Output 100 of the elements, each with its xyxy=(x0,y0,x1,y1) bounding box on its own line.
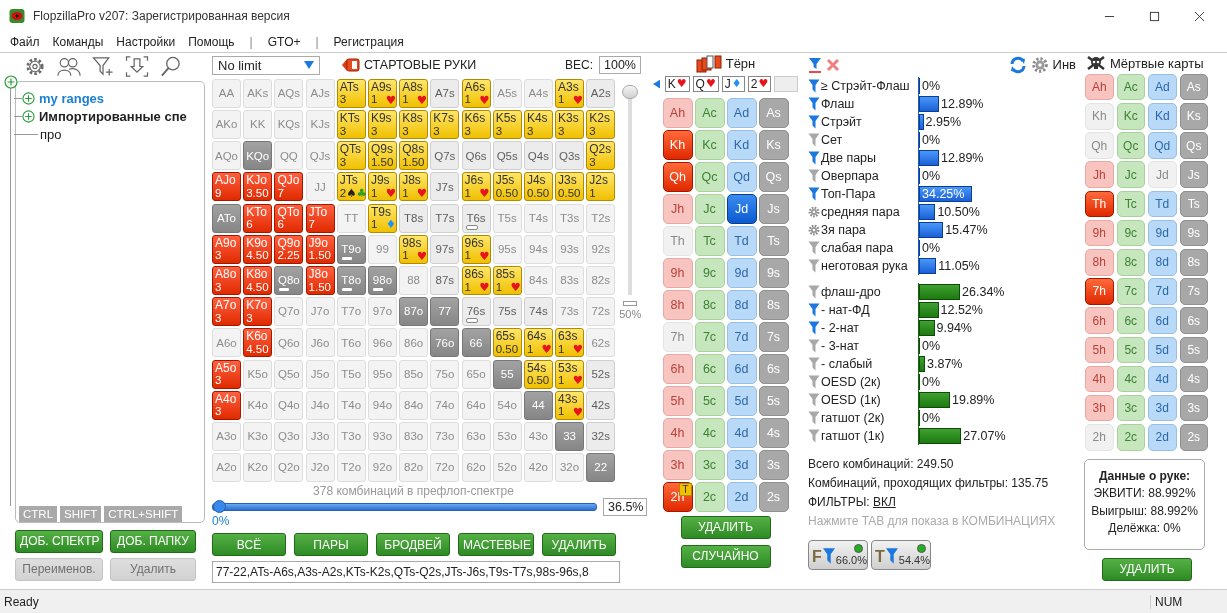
filter-icon[interactable] xyxy=(808,186,820,201)
people-icon[interactable] xyxy=(57,56,81,78)
card-button[interactable]: Td xyxy=(726,225,757,256)
hand-cell[interactable]: 83s xyxy=(555,266,585,296)
card-button[interactable]: Qc xyxy=(1116,132,1145,159)
hand-cell[interactable]: 75s xyxy=(492,297,522,327)
hand-cell[interactable]: K4o xyxy=(243,390,273,420)
card-button[interactable]: 4h xyxy=(662,417,693,448)
hand-cell[interactable]: 52s xyxy=(586,359,616,389)
card-button[interactable]: Ac xyxy=(694,97,725,128)
hand-cell[interactable]: J2s 1 xyxy=(586,172,616,202)
hand-cell[interactable]: AQs xyxy=(274,78,304,108)
card-button[interactable]: Th xyxy=(1085,190,1114,218)
card-button[interactable]: 3s xyxy=(758,449,789,480)
filter-toggle[interactable]: T 54.4% xyxy=(871,539,931,570)
hand-cell[interactable]: K5o xyxy=(243,359,273,389)
hand-cell[interactable]: Q7o xyxy=(274,297,304,327)
card-button[interactable]: 8c xyxy=(694,289,725,320)
hand-cell[interactable]: 76s xyxy=(461,297,491,327)
hand-cell[interactable]: 82s xyxy=(586,266,616,296)
hand-cell[interactable]: 95s xyxy=(492,234,522,264)
card-button[interactable]: Ah xyxy=(662,97,693,128)
hand-cell[interactable]: A9s 1 ♥ xyxy=(367,78,397,108)
hand-cell[interactable]: QTs 3 xyxy=(336,141,366,171)
range-slider[interactable] xyxy=(212,503,597,512)
hand-cell[interactable]: A7s xyxy=(430,78,460,108)
card-button[interactable]: 7d xyxy=(726,321,757,352)
card-button[interactable]: Qs xyxy=(1179,132,1208,159)
hand-cell[interactable]: J2o xyxy=(305,453,335,483)
hand-cell[interactable]: J3s 0.50 xyxy=(555,172,585,202)
card-button[interactable]: 9s xyxy=(758,257,789,288)
card-button[interactable]: 2s xyxy=(758,481,789,512)
card-button[interactable]: 6c xyxy=(1116,307,1145,334)
clear-filters-icon[interactable] xyxy=(826,56,840,73)
hand-cell[interactable]: T7s xyxy=(430,203,460,233)
hand-cell[interactable]: 94s xyxy=(523,234,553,264)
weight-field[interactable]: 100% xyxy=(599,56,641,75)
hand-cell[interactable]: 93o xyxy=(367,422,397,451)
hand-cell[interactable]: KTo 6 xyxy=(243,203,273,233)
card-button[interactable]: Js xyxy=(758,193,789,224)
card-button[interactable]: 9h xyxy=(662,257,693,288)
action-button[interactable]: УДАЛИТЬ xyxy=(1102,557,1192,581)
card-button[interactable]: 8s xyxy=(1179,249,1208,276)
hand-cell[interactable]: Q8o xyxy=(274,266,304,296)
hand-category[interactable]: Сет xyxy=(821,132,918,147)
hand-cell[interactable]: 53o xyxy=(492,422,522,451)
hand-cell[interactable]: T3o xyxy=(336,422,366,451)
hand-cell[interactable]: AA xyxy=(212,78,241,108)
hand-cell[interactable]: K8o 4.50 xyxy=(243,266,273,296)
hand-cell[interactable]: 98o xyxy=(367,266,397,296)
hand-cell[interactable]: ATs 3 xyxy=(336,78,366,108)
hand-cell[interactable]: 94o xyxy=(367,390,397,420)
hand-category[interactable]: неготовая рука xyxy=(821,258,918,273)
hand-category[interactable]: 3я пара xyxy=(821,222,918,237)
hand-cell[interactable]: T2s xyxy=(586,203,616,233)
percent-field[interactable]: 36.5% xyxy=(603,498,647,517)
hand-cell[interactable]: 98s 1 ♥ xyxy=(399,234,429,264)
hand-cell[interactable]: 54o xyxy=(492,390,522,420)
hand-cell[interactable]: T4o xyxy=(336,390,366,420)
hand-cell[interactable]: T9o xyxy=(336,234,366,264)
hand-category[interactable]: - нат-ФД xyxy=(821,302,918,317)
card-button[interactable]: 4c xyxy=(1116,365,1145,393)
hand-cell[interactable]: J3o xyxy=(305,422,335,451)
hand-cell[interactable]: 83o xyxy=(399,422,429,451)
action-button[interactable]: СЛУЧАЙНО xyxy=(680,544,771,568)
tree-item[interactable]: Импортированные спе xyxy=(39,109,187,125)
settings-icon[interactable] xyxy=(808,222,820,237)
card-button[interactable]: 6d xyxy=(726,353,757,384)
hand-cell[interactable]: A7o 3 xyxy=(212,297,241,327)
action-button[interactable]: УДАЛИТЬ xyxy=(542,533,616,557)
hand-cell[interactable]: J8s 1 ♥ xyxy=(399,172,429,202)
card-button[interactable]: Jd xyxy=(726,193,757,224)
card-button[interactable]: 2d xyxy=(726,481,757,512)
hand-cell[interactable]: 96o xyxy=(367,328,397,358)
game-select[interactable]: No limit xyxy=(212,55,320,75)
board-card[interactable]: Q♥ xyxy=(692,75,719,92)
hand-cell[interactable]: 52o xyxy=(492,453,522,483)
card-button[interactable]: Qd xyxy=(726,161,757,192)
hand-cell[interactable]: A3o xyxy=(212,422,241,451)
hand-cell[interactable]: AQo xyxy=(212,141,241,171)
card-button[interactable]: 3c xyxy=(1116,395,1145,422)
card-button[interactable]: 5h xyxy=(662,385,693,416)
hand-cell[interactable]: T5s xyxy=(492,203,522,233)
card-button[interactable]: 7h xyxy=(1085,278,1114,305)
hand-cell[interactable]: K7s 3 xyxy=(430,110,460,140)
hand-cell[interactable]: K9s 3 xyxy=(367,110,397,140)
board-card[interactable]: 2♥ xyxy=(747,75,772,92)
hand-cell[interactable]: Q3s xyxy=(555,141,585,171)
hand-category[interactable]: ≥ Стрэйт-Флаш xyxy=(821,78,918,93)
hand-cell[interactable]: 96s 1 ♥ xyxy=(461,234,491,264)
hand-cell[interactable]: 53s 1 ♥ xyxy=(555,359,585,389)
filter-icon[interactable] xyxy=(808,56,822,73)
card-button[interactable]: Kh xyxy=(662,129,693,160)
hand-cell[interactable]: KQs xyxy=(274,110,304,140)
hand-cell[interactable]: 88 xyxy=(399,266,429,296)
card-button[interactable]: 7c xyxy=(1116,278,1145,305)
hand-cell[interactable]: Q4o xyxy=(274,390,304,420)
modifier-tab[interactable]: CTRL+SHIFT xyxy=(104,505,183,522)
hand-category[interactable]: флаш-дро xyxy=(821,284,918,299)
filter-icon[interactable] xyxy=(808,320,820,335)
